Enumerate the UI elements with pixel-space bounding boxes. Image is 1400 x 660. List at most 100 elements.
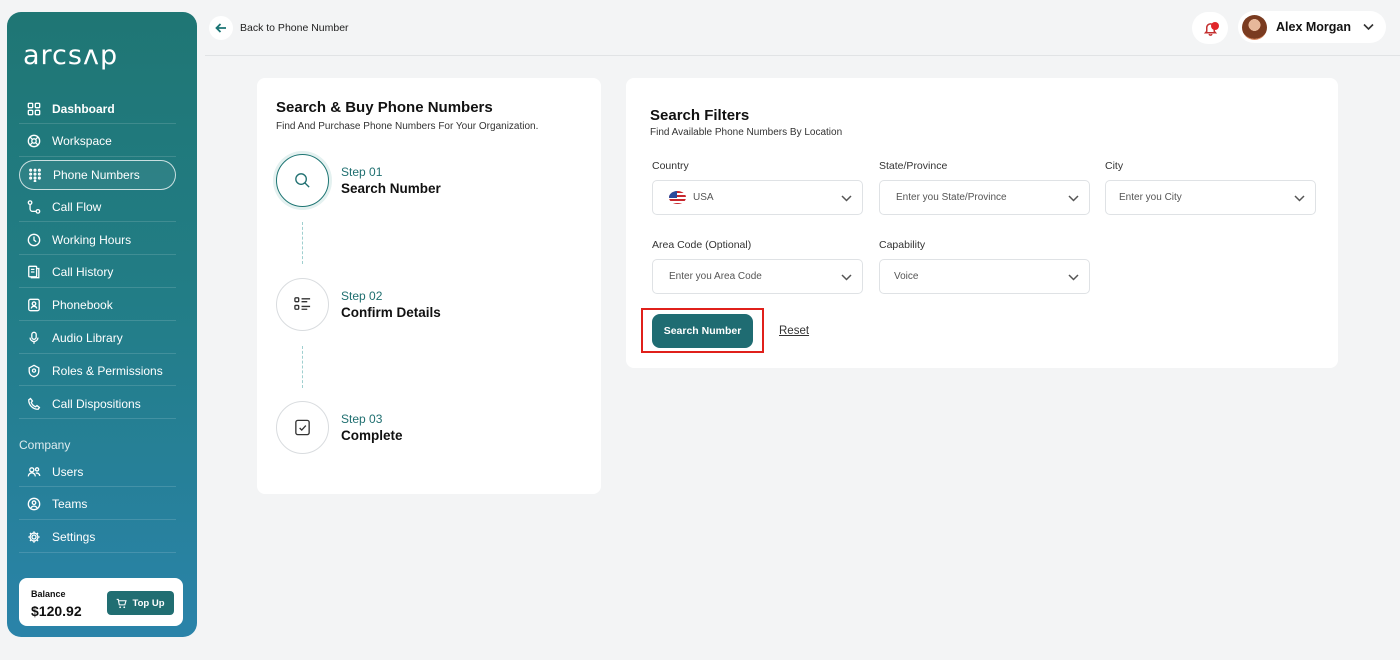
arrow-left-icon — [215, 23, 226, 33]
sidebar-item-label: Working Hours — [52, 232, 132, 247]
state-label: State/Province — [879, 160, 948, 172]
user-name: Alex Morgan — [1276, 20, 1352, 34]
search-number-button[interactable]: Search Number — [652, 314, 753, 348]
capability-value: Voice — [894, 271, 919, 282]
sidebar-item-teams[interactable]: Teams — [19, 490, 176, 520]
flow-icon — [27, 200, 41, 214]
step-2-circle — [276, 278, 329, 331]
us-flag-icon — [669, 191, 686, 204]
sidebar-item-workspace[interactable]: Workspace — [19, 127, 176, 157]
chevron-down-icon — [841, 195, 852, 202]
balance-card: Balance $120.92 Top Up — [19, 578, 183, 626]
chevron-down-icon — [1068, 274, 1079, 281]
teams-icon — [27, 497, 41, 511]
notification-button[interactable] — [1192, 12, 1228, 44]
clock-icon — [27, 233, 41, 247]
steps-card: Search & Buy Phone Numbers Find And Purc… — [257, 78, 601, 494]
area-code-placeholder: Enter you Area Code — [669, 271, 762, 282]
step-number: Step 03 — [341, 412, 383, 426]
history-icon — [27, 265, 41, 279]
sidebar-item-call-dispositions[interactable]: Call Dispositions — [19, 389, 176, 420]
sidebar-item-label: Phone Numbers — [53, 167, 140, 182]
step-name: Search Number — [341, 181, 441, 196]
balance-value: $120.92 — [31, 603, 82, 619]
filters-subtitle: Find Available Phone Numbers By Location — [650, 127, 843, 138]
sidebar-item-phonebook[interactable]: Phonebook — [19, 291, 176, 321]
step-name: Confirm Details — [341, 305, 441, 320]
chevron-down-icon — [1363, 23, 1374, 31]
microphone-icon — [27, 331, 41, 345]
state-select[interactable]: Enter you State/Province — [879, 180, 1090, 215]
sidebar: arcsʌp Dashboard Workspace Phone Numbers… — [7, 12, 197, 637]
sidebar-item-label: Workspace — [52, 134, 112, 149]
sidebar-item-dashboard[interactable]: Dashboard — [19, 94, 176, 124]
users-icon — [27, 465, 41, 479]
gear-icon — [27, 530, 41, 544]
grid-icon — [27, 102, 41, 116]
avatar — [1242, 14, 1267, 40]
step-connector — [302, 346, 303, 388]
sidebar-item-audio-library[interactable]: Audio Library — [19, 324, 176, 354]
sidebar-item-label: Call Dispositions — [52, 396, 141, 411]
sidebar-item-label: Call History — [52, 265, 114, 280]
back-button[interactable] — [209, 16, 233, 40]
sidebar-item-label: Users — [52, 464, 84, 479]
company-nav: Users Teams Settings — [19, 457, 176, 555]
capability-label: Capability — [879, 239, 926, 251]
sidebar-item-label: Teams — [52, 497, 88, 512]
step-1-circle — [276, 154, 329, 207]
sidebar-item-roles-permissions[interactable]: Roles & Permissions — [19, 356, 176, 387]
sidebar-item-label: Dashboard — [52, 101, 115, 116]
state-placeholder: Enter you State/Province — [896, 192, 1007, 203]
sidebar-item-call-flow[interactable]: Call Flow — [19, 192, 176, 223]
capability-select[interactable]: Voice — [879, 259, 1090, 294]
search-filters-card: Search Filters Find Available Phone Numb… — [626, 78, 1338, 368]
area-code-label: Area Code (Optional) — [652, 239, 752, 251]
steps-card-title: Search & Buy Phone Numbers — [276, 99, 493, 116]
company-section-label: Company — [19, 438, 71, 452]
checklist-icon — [294, 297, 311, 310]
sidebar-item-call-history[interactable]: Call History — [19, 258, 176, 288]
chevron-down-icon — [1294, 195, 1305, 202]
dialpad-icon — [28, 168, 42, 182]
brand-logo: arcsʌp — [23, 40, 119, 71]
country-select[interactable]: USA — [652, 180, 863, 215]
chevron-down-icon — [1068, 195, 1079, 202]
sidebar-item-label: Phonebook — [52, 298, 113, 313]
step-3-circle — [276, 401, 329, 454]
user-menu[interactable]: Alex Morgan — [1238, 11, 1386, 43]
back-link[interactable]: Back to Phone Number — [240, 22, 349, 34]
step-number: Step 02 — [341, 289, 383, 303]
top-up-button[interactable]: Top Up — [107, 591, 174, 615]
balance-label: Balance — [31, 589, 66, 599]
chevron-down-icon — [841, 274, 852, 281]
step-number: Step 01 — [341, 165, 383, 179]
step-name: Complete — [341, 428, 403, 443]
phone-icon — [27, 397, 41, 411]
sidebar-item-label: Roles & Permissions — [52, 363, 163, 378]
city-placeholder: Enter you City — [1119, 192, 1182, 203]
area-code-select[interactable]: Enter you Area Code — [652, 259, 863, 294]
city-select[interactable]: Enter you City — [1105, 180, 1316, 215]
step-1: Step 01 Search Number — [276, 154, 441, 207]
sidebar-item-working-hours[interactable]: Working Hours — [19, 225, 176, 256]
sidebar-item-label: Call Flow — [52, 199, 102, 214]
step-3: Step 03 Complete — [276, 401, 403, 454]
reset-link[interactable]: Reset — [779, 325, 809, 337]
step-connector — [302, 222, 303, 264]
sidebar-item-label: Audio Library — [52, 331, 123, 346]
sidebar-item-settings[interactable]: Settings — [19, 523, 176, 553]
sidebar-item-phone-numbers[interactable]: Phone Numbers — [19, 159, 176, 190]
city-label: City — [1105, 160, 1124, 172]
sidebar-item-users[interactable]: Users — [19, 457, 176, 487]
contact-book-icon — [27, 298, 41, 312]
main-nav: Dashboard Workspace Phone Numbers Call F… — [19, 94, 176, 422]
cart-icon — [117, 598, 128, 608]
steps-card-subtitle: Find And Purchase Phone Numbers For Your… — [276, 121, 539, 132]
workspace-icon — [27, 134, 41, 148]
notification-badge — [1211, 22, 1219, 30]
shield-icon — [27, 364, 41, 378]
sidebar-item-label: Settings — [52, 530, 96, 545]
filters-title: Search Filters — [650, 107, 750, 124]
search-icon — [295, 173, 310, 188]
